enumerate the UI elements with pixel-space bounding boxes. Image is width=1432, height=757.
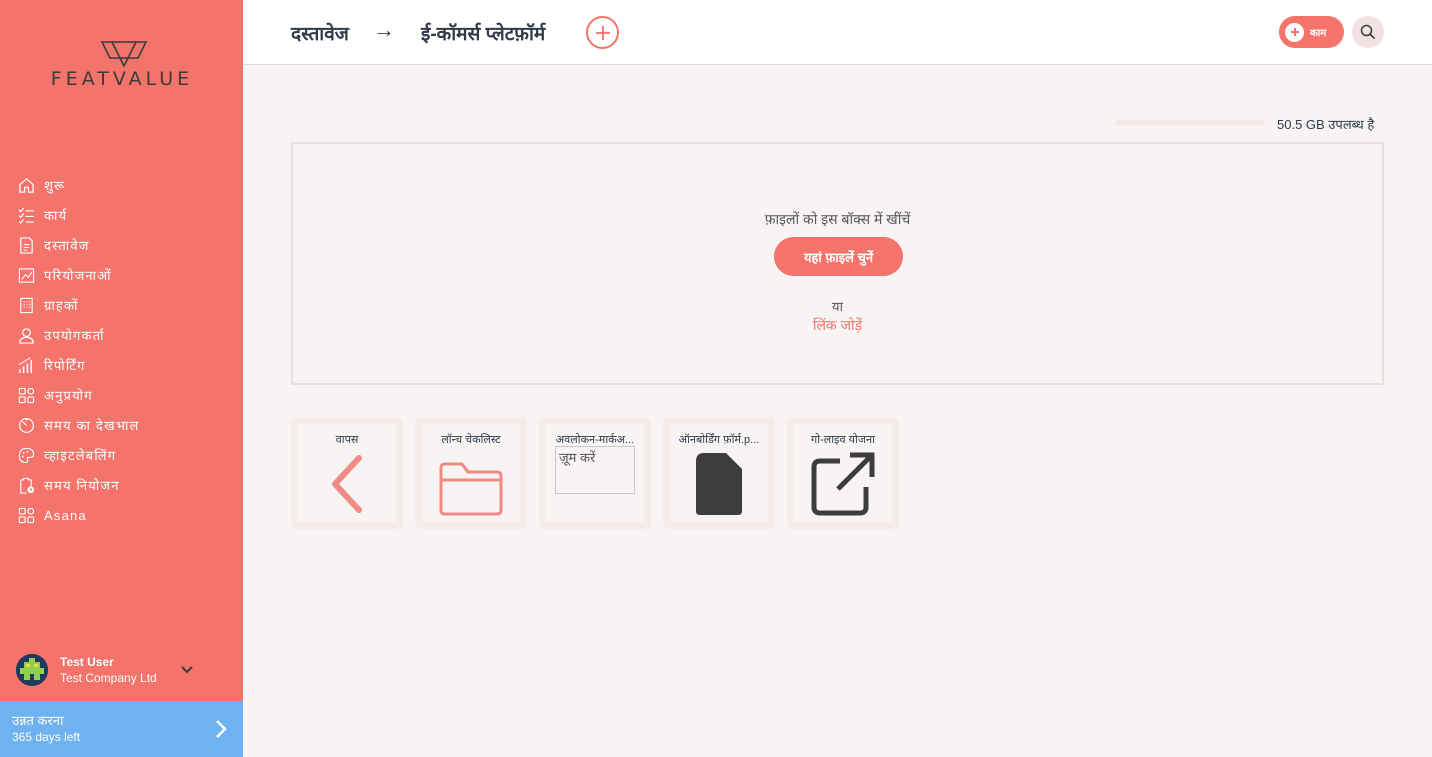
breadcrumb-current: ई-कॉमर्स प्लेटफ़ॉर्म xyxy=(421,24,546,45)
sidebar-item-customers[interactable]: ग्राहकों xyxy=(0,290,243,320)
breadcrumb-root[interactable]: दस्तावेज xyxy=(291,20,349,46)
sidebar-item-users[interactable]: उपयोगकर्ता xyxy=(0,320,243,350)
file-dropzone[interactable]: फ़ाइलों को इस बॉक्स में खींचें यहां फ़ाइ… xyxy=(291,142,1384,385)
sidebar-item-home[interactable]: शुरू xyxy=(0,170,243,200)
user-info: Test User Test Company Ltd xyxy=(60,654,157,686)
file-tile-back[interactable]: वापस xyxy=(291,417,403,529)
logo-mark-icon xyxy=(100,41,147,68)
search-button[interactable] xyxy=(1352,16,1384,48)
or-separator: या xyxy=(832,299,843,314)
checklist-icon xyxy=(18,207,35,224)
image-alt-text: ज़ूम करें xyxy=(559,450,596,465)
bar-chart-icon xyxy=(18,357,32,373)
sidebar: FEATVALUE शुरू कार्य दस्तावेज परियोजनाओं… xyxy=(0,0,243,757)
sidebar-item-label: दस्तावेज xyxy=(44,238,90,253)
apps-icon xyxy=(18,387,35,403)
avatar xyxy=(16,654,48,686)
file-tile-label: अवलोकन-मार्कअ... xyxy=(555,434,635,446)
file-tile-image[interactable]: अवलोकन-मार्कअ... ज़ूम करें xyxy=(539,417,651,529)
user-company: Test Company Ltd xyxy=(60,671,157,685)
sidebar-item-label: अनुप्रयोग xyxy=(44,388,93,403)
sidebar-item-whitelabeling[interactable]: व्हाइटलेबलिंग xyxy=(0,440,243,470)
chevron-right-icon xyxy=(216,720,227,738)
palette-icon xyxy=(18,447,35,463)
plus-icon xyxy=(595,25,610,40)
home-icon xyxy=(19,177,34,193)
file-tile-link[interactable]: गो-लाइव योजना xyxy=(787,417,899,529)
top-header: दस्तावेज → ई-कॉमर्स प्लेटफ़ॉर्म काम xyxy=(243,0,1432,65)
storage-usage-bar xyxy=(1115,120,1265,126)
search-icon xyxy=(1360,24,1376,40)
logo-text: FEATVALUE xyxy=(50,68,194,90)
clipboard-clock-icon xyxy=(20,477,35,494)
sidebar-item-time-tracking[interactable]: समय का देखभाल xyxy=(0,410,243,440)
file-tile-label: वापस xyxy=(335,434,359,446)
new-task-button[interactable]: काम xyxy=(1279,16,1344,48)
sidebar-item-label: रिपोर्टिंग xyxy=(44,358,86,373)
sidebar-item-label: शुरू xyxy=(44,178,66,193)
file-tile-label: लॉन्च चेकलिस्ट xyxy=(441,434,501,446)
sidebar-item-reporting[interactable]: रिपोर्टिंग xyxy=(0,350,243,380)
add-button[interactable] xyxy=(586,16,619,49)
upgrade-banner[interactable]: उन्नत करना 365 days left xyxy=(0,701,243,757)
add-link-button[interactable]: लिंक जोड़ें xyxy=(293,316,1382,335)
sidebar-item-apps[interactable]: अनुप्रयोग xyxy=(0,380,243,410)
breadcrumb-separator: → xyxy=(373,17,395,42)
timer-icon xyxy=(18,417,35,433)
sidebar-item-label: समय का देखभाल xyxy=(44,418,140,433)
sidebar-item-label: समय नियोजन xyxy=(44,478,120,493)
sidebar-item-projects[interactable]: परियोजनाओं xyxy=(0,260,243,290)
upgrade-title: उन्नत करना xyxy=(12,713,64,728)
new-task-label: काम xyxy=(1310,28,1327,39)
pixel-avatar-icon xyxy=(16,654,48,686)
sidebar-item-label: कार्य xyxy=(44,208,68,223)
sidebar-item-documents[interactable]: दस्तावेज xyxy=(0,230,243,260)
file-tile-folder[interactable]: लॉन्च चेकलिस्ट xyxy=(415,417,527,529)
sidebar-item-label: ग्राहकों xyxy=(44,298,79,313)
sidebar-item-label: परियोजनाओं xyxy=(44,268,112,283)
user-icon xyxy=(19,327,34,344)
dropzone-hint: फ़ाइलों को इस बॉक्स में खींचें xyxy=(764,211,911,227)
user-menu[interactable]: Test User Test Company Ltd xyxy=(16,652,231,688)
image-thumbnail: ज़ूम करें xyxy=(555,446,635,494)
chart-icon xyxy=(18,267,35,283)
upgrade-days-left: 365 days left xyxy=(12,730,81,744)
document-icon xyxy=(20,236,33,254)
choose-files-button[interactable]: यहां फ़ाइलें चुनें xyxy=(774,237,903,276)
folder-icon xyxy=(439,462,503,516)
sidebar-item-label: उपयोगकर्ता xyxy=(44,328,105,343)
chevron-down-icon[interactable] xyxy=(181,666,193,674)
plus-circle-icon xyxy=(1285,22,1304,42)
sidebar-item-scheduling[interactable]: समय नियोजन xyxy=(0,470,243,500)
file-grid: वापस लॉन्च चेकलिस्ट अवलोकन-मार्कअ... ज़ू… xyxy=(291,417,911,529)
file-tile-label: गो-लाइव योजना xyxy=(811,434,875,446)
user-name: Test User xyxy=(60,655,114,669)
featvalue-logo[interactable]: FEATVALUE xyxy=(36,40,211,90)
sidebar-nav: शुरू कार्य दस्तावेज परियोजनाओं ग्राहकों … xyxy=(0,170,243,530)
file-icon xyxy=(696,453,742,515)
chevron-left-icon xyxy=(332,455,362,513)
sidebar-item-tasks[interactable]: कार्य xyxy=(0,200,243,230)
file-tile-document[interactable]: ऑनबोर्डिंग फ़ॉर्म.p... xyxy=(663,417,775,529)
external-link-icon xyxy=(811,452,875,516)
sidebar-item-asana[interactable]: Asana xyxy=(0,500,243,530)
apps-icon xyxy=(18,507,35,523)
building-icon xyxy=(20,297,33,313)
file-tile-label: ऑनबोर्डिंग फ़ॉर्म.p... xyxy=(678,434,760,446)
storage-available-text: 50.5 GB उपलब्ध है xyxy=(1277,117,1375,132)
sidebar-item-label: व्हाइटलेबलिंग xyxy=(44,448,117,463)
sidebar-item-label: Asana xyxy=(44,507,87,523)
